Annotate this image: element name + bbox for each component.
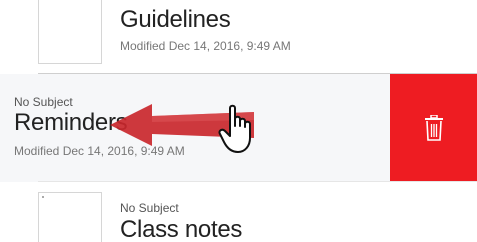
note-thumbnail	[38, 192, 102, 242]
note-subject: No Subject	[14, 95, 73, 109]
note-row-class-notes[interactable]: No Subject Class notes	[0, 182, 477, 242]
note-modified-date: Modified Dec 14, 2016, 9:49 AM	[120, 39, 291, 53]
note-subject: No Subject	[120, 201, 179, 215]
note-thumbnail	[38, 0, 102, 64]
hand-pointer-icon	[218, 104, 251, 153]
note-title: Guidelines	[120, 6, 231, 33]
thumbnail-mark	[42, 196, 44, 198]
note-row-guidelines[interactable]: Guidelines Modified Dec 14, 2016, 9:49 A…	[0, 0, 477, 74]
trash-icon	[424, 115, 443, 141]
note-row-reminders[interactable]: No Subject Reminders Modified Dec 14, 20…	[0, 74, 477, 182]
delete-button[interactable]	[390, 74, 477, 182]
note-title: Class notes	[120, 216, 243, 242]
